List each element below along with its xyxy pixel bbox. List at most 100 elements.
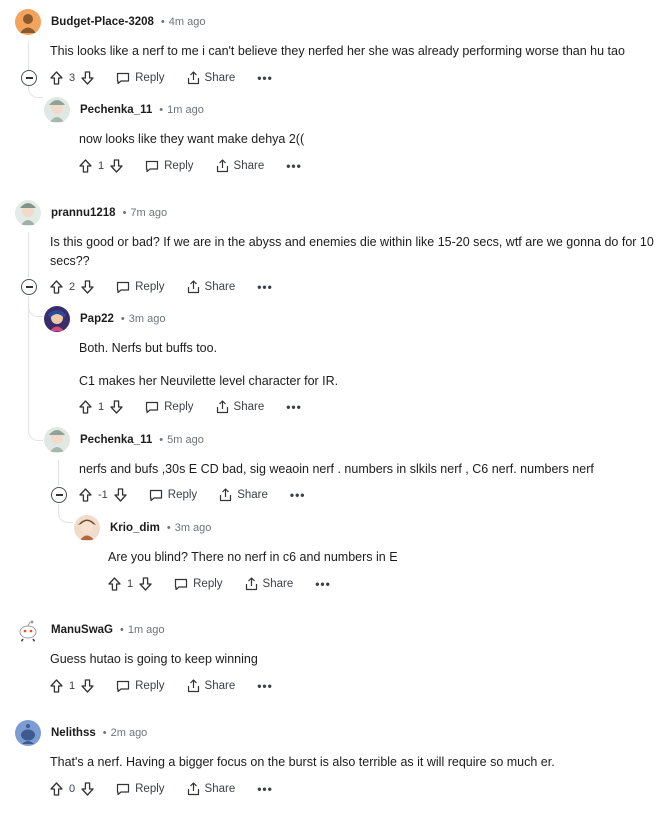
reply-label: Reply xyxy=(135,72,165,84)
reply-icon xyxy=(117,680,130,692)
upvote-button[interactable] xyxy=(79,488,92,502)
separator-dot: • xyxy=(119,624,124,636)
avatar[interactable] xyxy=(44,97,70,123)
comment-author[interactable]: Pechenka_11 xyxy=(80,434,152,446)
share-button[interactable]: Share xyxy=(187,782,235,796)
upvote-button[interactable] xyxy=(50,71,63,85)
reply-button[interactable]: Reply xyxy=(116,281,165,294)
comment-author[interactable]: ManuSwaG xyxy=(51,624,113,636)
comment-header: prannu1218 • 7m ago xyxy=(15,200,167,226)
separator-dot: • xyxy=(122,207,127,219)
avatar[interactable] xyxy=(15,200,41,226)
comment-time[interactable]: 1m ago xyxy=(128,624,165,636)
reply-icon xyxy=(175,578,188,590)
upvote-button[interactable] xyxy=(50,280,63,294)
reply-icon xyxy=(146,401,159,413)
share-button[interactable]: Share xyxy=(216,159,265,173)
reply-label: Reply xyxy=(135,783,165,795)
more-options-button[interactable]: ••• xyxy=(315,577,331,591)
reply-button[interactable]: Reply xyxy=(149,489,197,502)
comment-actions: 3 Reply Share ••• xyxy=(50,67,273,89)
reply-button[interactable]: Reply xyxy=(116,783,165,796)
downvote-button[interactable] xyxy=(139,577,152,591)
minus-icon xyxy=(25,77,33,79)
comment-time[interactable]: 3m ago xyxy=(129,313,166,325)
share-button[interactable]: Share xyxy=(219,488,268,502)
share-button[interactable]: Share xyxy=(187,679,235,693)
comment-text: Is this good or bad? If we are in the ab… xyxy=(50,235,654,268)
comment-actions: 1 Reply Share ••• xyxy=(79,396,302,418)
avatar[interactable] xyxy=(44,306,70,332)
user-avatar-icon xyxy=(20,14,36,33)
collapse-thread-button[interactable] xyxy=(21,70,37,86)
comment-header: Krio_dim • 3m ago xyxy=(74,515,211,541)
share-icon xyxy=(245,577,257,591)
downvote-button[interactable] xyxy=(110,400,123,414)
comment-time[interactable]: 4m ago xyxy=(169,16,206,28)
comment-text: This looks like a nerf to me i can't bel… xyxy=(50,44,625,58)
comment-author[interactable]: Budget-Place-3208 xyxy=(51,16,154,28)
share-button[interactable]: Share xyxy=(187,280,235,294)
comment-author[interactable]: Nelithss xyxy=(51,727,96,739)
comment-time[interactable]: 7m ago xyxy=(130,207,167,219)
share-icon xyxy=(220,488,232,502)
comment-time[interactable]: 3m ago xyxy=(175,522,212,534)
avatar[interactable] xyxy=(44,427,70,453)
collapse-thread-button[interactable] xyxy=(51,487,67,503)
comment-text: now looks like they want make dehya 2(( xyxy=(79,132,305,146)
upvote-button[interactable] xyxy=(50,782,63,796)
comment-time[interactable]: 1m ago xyxy=(167,104,204,116)
reply-button[interactable]: Reply xyxy=(116,72,165,85)
reply-icon xyxy=(146,160,159,172)
share-label: Share xyxy=(262,578,294,590)
more-options-button[interactable]: ••• xyxy=(286,400,302,414)
comment-time[interactable]: 2m ago xyxy=(111,727,148,739)
more-options-button[interactable]: ••• xyxy=(257,679,273,693)
downvote-button[interactable] xyxy=(81,782,94,796)
reply-button[interactable]: Reply xyxy=(116,680,165,693)
avatar[interactable] xyxy=(15,9,41,35)
downvote-icon xyxy=(81,71,94,85)
share-button[interactable]: Share xyxy=(187,71,235,85)
reply-button[interactable]: Reply xyxy=(145,401,194,414)
upvote-button[interactable] xyxy=(50,679,63,693)
downvote-button[interactable] xyxy=(81,280,94,294)
comment-time[interactable]: 5m ago xyxy=(167,434,204,446)
avatar[interactable] xyxy=(15,617,41,643)
upvote-button[interactable] xyxy=(79,400,92,414)
more-options-button[interactable]: ••• xyxy=(257,280,273,294)
more-options-button[interactable]: ••• xyxy=(286,159,302,173)
avatar[interactable] xyxy=(74,515,100,541)
comment-author[interactable]: Pechenka_11 xyxy=(80,104,152,116)
collapse-thread-button[interactable] xyxy=(21,279,37,295)
share-button[interactable]: Share xyxy=(245,577,294,591)
separator-dot: • xyxy=(166,522,171,534)
comment-actions: 1 Reply Share ••• xyxy=(108,573,331,595)
comment-header: Pechenka_11 • 5m ago xyxy=(44,427,204,453)
comment-text: C1 makes her Neuvilette level character … xyxy=(79,374,339,388)
comment-author[interactable]: prannu1218 xyxy=(51,207,116,219)
more-options-button[interactable]: ••• xyxy=(257,782,273,796)
share-icon xyxy=(216,400,228,414)
upvote-button[interactable] xyxy=(108,577,121,591)
reply-icon xyxy=(117,281,130,293)
downvote-button[interactable] xyxy=(81,71,94,85)
downvote-icon xyxy=(110,400,123,414)
downvote-button[interactable] xyxy=(110,159,123,173)
more-options-button[interactable]: ••• xyxy=(257,71,273,85)
vote-count: 1 xyxy=(98,401,105,413)
minus-icon xyxy=(25,286,33,288)
reply-button[interactable]: Reply xyxy=(145,160,194,173)
comment-author[interactable]: Pap22 xyxy=(80,313,114,325)
share-button[interactable]: Share xyxy=(216,400,264,414)
more-options-button[interactable]: ••• xyxy=(290,488,306,502)
upvote-button[interactable] xyxy=(79,159,92,173)
downvote-button[interactable] xyxy=(114,488,127,502)
reply-button[interactable]: Reply xyxy=(174,578,223,591)
downvote-button[interactable] xyxy=(81,679,94,693)
comment-author[interactable]: Krio_dim xyxy=(110,522,160,534)
downvote-icon xyxy=(110,159,123,173)
share-label: Share xyxy=(233,160,265,172)
avatar[interactable] xyxy=(15,720,41,746)
comment-actions: 2 Reply Share ••• xyxy=(50,276,273,298)
